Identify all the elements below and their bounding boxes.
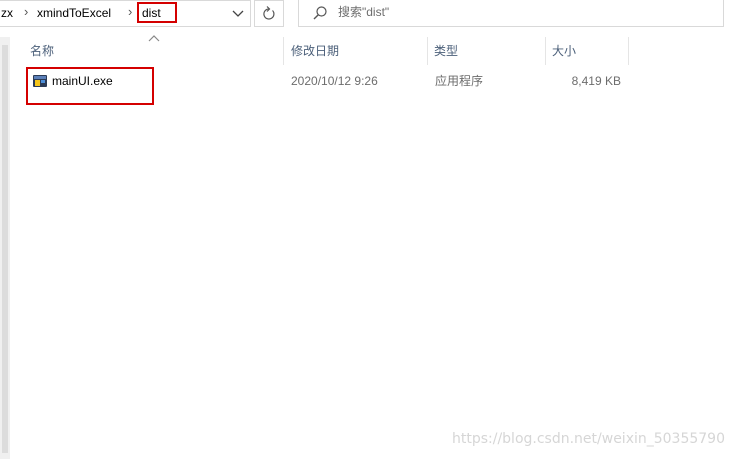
nav-pane-scrollbar[interactable] xyxy=(0,37,10,459)
breadcrumb-xmindtoexcel[interactable]: xmindToExcel xyxy=(37,6,111,20)
column-header-type[interactable]: 类型 xyxy=(428,37,546,65)
breadcrumb-separator-icon[interactable]: › xyxy=(128,5,132,19)
refresh-button[interactable] xyxy=(254,0,284,27)
address-bar[interactable]: zx › xmindToExcel › dist xyxy=(0,0,251,27)
search-placeholder: 搜索"dist" xyxy=(338,5,390,19)
search-input[interactable]: 搜索"dist" xyxy=(298,0,724,27)
refresh-icon xyxy=(263,6,275,20)
scrollbar-thumb[interactable] xyxy=(2,45,8,453)
file-size: 8,419 KB xyxy=(571,74,621,88)
search-icon xyxy=(313,6,327,20)
file-type: 应用程序 xyxy=(435,74,484,88)
column-header-date-modified[interactable]: 修改日期 xyxy=(285,37,428,65)
file-highlight xyxy=(26,67,154,105)
file-date-modified: 2020/10/12 9:26 xyxy=(291,74,378,88)
current-folder-highlight xyxy=(137,2,177,23)
column-header-size[interactable]: 大小 xyxy=(546,37,629,65)
breadcrumb-separator-icon[interactable]: › xyxy=(24,5,28,19)
chevron-down-icon[interactable] xyxy=(228,4,248,24)
breadcrumb-zx[interactable]: zx xyxy=(1,6,13,20)
watermark: https://blog.csdn.net/weixin_50355790 xyxy=(451,431,725,447)
column-header-name[interactable]: 名称 xyxy=(24,37,284,65)
